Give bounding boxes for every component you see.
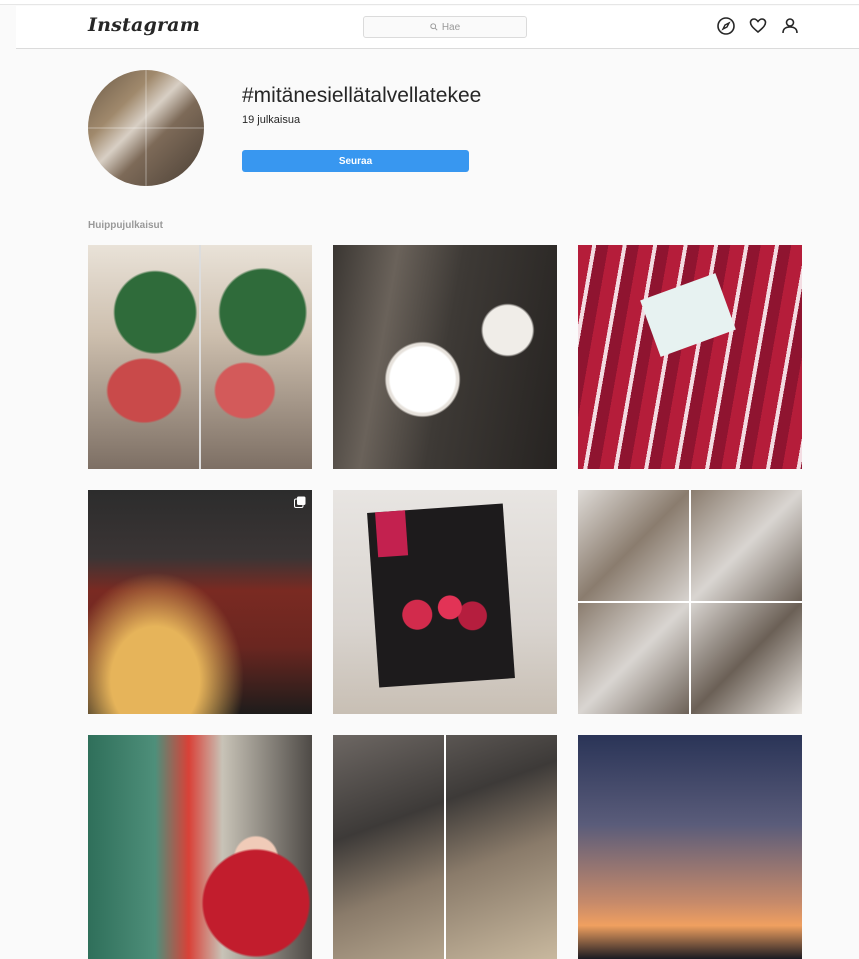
heart-icon[interactable] xyxy=(748,16,768,36)
post-thumbnail[interactable] xyxy=(88,490,312,714)
search-input[interactable]: Hae xyxy=(363,16,527,38)
post-grid xyxy=(88,245,802,959)
post-thumbnail[interactable] xyxy=(333,490,557,714)
post-thumbnail[interactable] xyxy=(333,735,557,959)
post-thumbnail[interactable] xyxy=(578,245,802,469)
product-package-image xyxy=(367,503,515,688)
search-icon xyxy=(430,23,438,31)
post-thumbnail[interactable] xyxy=(578,735,802,959)
follow-button[interactable]: Seuraa xyxy=(242,150,469,172)
post-thumbnail[interactable] xyxy=(88,735,312,959)
compass-icon[interactable] xyxy=(716,16,736,36)
instagram-logo[interactable]: Instagram xyxy=(88,14,200,36)
post-thumbnail[interactable] xyxy=(333,245,557,469)
hashtag-title: #mitänesiellätalvellatekee xyxy=(242,84,482,107)
nav-icons xyxy=(716,16,800,36)
post-thumbnail[interactable] xyxy=(88,245,312,469)
user-icon[interactable] xyxy=(780,16,800,36)
search-placeholder: Hae xyxy=(441,21,461,33)
post-count: 19 julkaisua xyxy=(242,114,301,126)
top-posts-heading: Huippujulkaisut xyxy=(88,220,163,231)
multiple-images-icon xyxy=(294,496,306,508)
post-thumbnail[interactable] xyxy=(578,490,802,714)
hashtag-profile-image xyxy=(88,70,204,186)
browser-top-line xyxy=(0,0,859,5)
top-navigation-bar: Instagram Hae xyxy=(16,6,859,49)
